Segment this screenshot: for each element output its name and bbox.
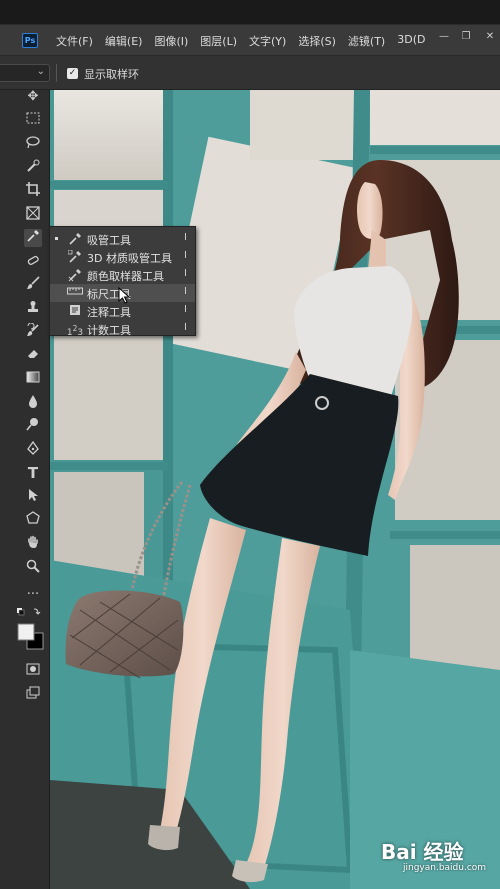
dodge-icon[interactable]	[24, 417, 42, 435]
3d-material-eyedropper-icon	[66, 249, 84, 264]
quick-select-icon[interactable]	[24, 159, 42, 177]
show-sampling-ring-checkbox[interactable]: ✓	[67, 68, 78, 79]
tools-panel: ✥ T ···	[0, 88, 50, 889]
flyout-item-label: 颜色取样器工具	[87, 270, 164, 283]
shortcut-key: I	[184, 232, 187, 243]
eraser-icon[interactable]	[24, 347, 42, 365]
flyout-item-color-sampler[interactable]: 颜色取样器工具 I	[50, 266, 195, 284]
history-brush-icon[interactable]	[24, 322, 42, 341]
zoom-icon[interactable]	[24, 559, 42, 577]
shortcut-key: I	[184, 268, 187, 279]
hand-icon[interactable]	[24, 535, 42, 553]
flyout-item-label: 计数工具	[87, 324, 131, 337]
menu-3d[interactable]: 3D(D	[397, 33, 425, 49]
marquee-icon[interactable]	[24, 112, 42, 130]
shortcut-key: I	[184, 250, 187, 261]
flyout-item-3d-material-eyedropper[interactable]: 3D 材质吸管工具 I	[50, 248, 195, 266]
menu-layer[interactable]: 图层(L)	[200, 33, 237, 49]
shortcut-key: I	[184, 322, 187, 333]
menu-file[interactable]: 文件(F)	[56, 33, 93, 49]
lasso-icon[interactable]	[24, 135, 42, 153]
brush-icon[interactable]	[24, 276, 42, 294]
shape-icon[interactable]	[24, 511, 42, 529]
flyout-item-count[interactable]: 123 计数工具 I	[50, 320, 195, 338]
quick-mask-icon[interactable]	[24, 662, 42, 680]
watermark-logo: Bai 经验	[381, 840, 464, 864]
menu-items: 文件(F) 编辑(E) 图像(I) 图层(L) 文字(Y) 选择(S) 滤镜(T…	[56, 33, 437, 49]
photo-image	[50, 90, 500, 889]
shortcut-key: I	[184, 304, 187, 315]
ruler-icon	[66, 286, 84, 300]
pen-icon[interactable]	[24, 440, 42, 459]
stamp-icon[interactable]	[24, 300, 42, 318]
watermark-url: jingyan.baidu.com	[403, 863, 487, 873]
flyout-item-label: 3D 材质吸管工具	[87, 252, 172, 265]
top-strip	[0, 0, 500, 24]
document-canvas[interactable]	[50, 90, 500, 889]
shortcut-key: I	[184, 286, 187, 297]
baidu-jingyan-watermark: Bai 经验 jingyan.baidu.com	[381, 836, 486, 873]
divider	[56, 64, 57, 82]
menu-bar: Ps 文件(F) 编辑(E) 图像(I) 图层(L) 文字(Y) 选择(S) 滤…	[0, 24, 500, 55]
crop-icon[interactable]	[24, 182, 42, 200]
menu-image[interactable]: 图像(I)	[154, 33, 188, 49]
menu-type[interactable]: 文字(Y)	[249, 33, 286, 49]
move-icon[interactable]: ✥	[24, 88, 42, 106]
gradient-icon[interactable]	[24, 370, 42, 388]
close-button[interactable]: ✕	[478, 30, 500, 44]
mouse-cursor-icon	[118, 286, 131, 308]
active-tool-dot	[55, 237, 58, 240]
eyedropper-icon	[66, 232, 84, 246]
eyedropper-icon[interactable]	[24, 229, 42, 247]
tool-preset-picker[interactable]: ⌄	[0, 64, 50, 82]
screen-mode-icon[interactable]	[24, 686, 42, 704]
flyout-item-eyedropper[interactable]: 吸管工具 I	[50, 230, 195, 248]
note-icon	[66, 304, 84, 318]
show-sampling-ring-label: 显示取样环	[84, 68, 139, 81]
chevron-down-icon: ⌄	[36, 66, 45, 77]
restore-button[interactable]: ❐	[454, 30, 478, 44]
photoshop-logo: Ps	[22, 33, 38, 48]
minimize-button[interactable]: —	[432, 30, 456, 44]
color-sampler-icon	[66, 268, 84, 282]
color-swatch-icon[interactable]	[16, 622, 46, 652]
eyedropper-tool-flyout: 吸管工具 I 3D 材质吸管工具 I 颜色取样器工具 I 标尺工具 I 注释工具…	[49, 226, 196, 338]
type-icon[interactable]: T	[24, 464, 42, 482]
blur-icon[interactable]	[24, 394, 42, 412]
menu-select[interactable]: 选择(S)	[298, 33, 336, 49]
flyout-item-label: 吸管工具	[87, 234, 131, 247]
count-icon: 123	[66, 324, 84, 338]
path-select-icon[interactable]	[24, 488, 42, 506]
frame-icon[interactable]	[24, 206, 42, 224]
menu-filter[interactable]: 滤镜(T)	[348, 33, 385, 49]
healing-icon[interactable]	[24, 253, 42, 271]
menu-edit[interactable]: 编辑(E)	[105, 33, 143, 49]
more-icon[interactable]: ···	[24, 586, 42, 604]
